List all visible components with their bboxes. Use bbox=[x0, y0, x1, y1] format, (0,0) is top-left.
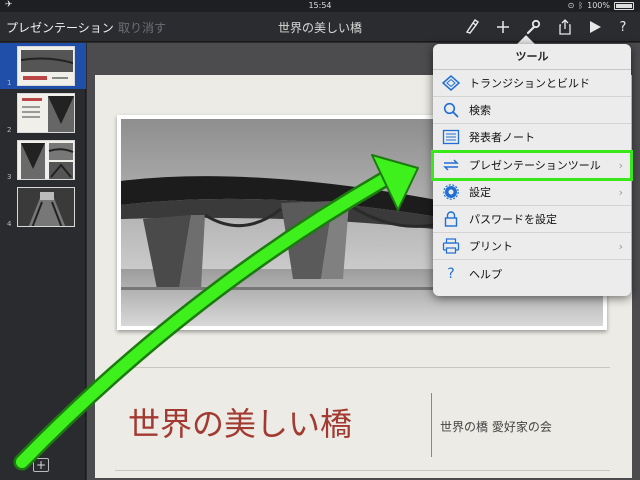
menu-item-help[interactable]: ? ヘルプ bbox=[433, 260, 631, 287]
settings-icon bbox=[433, 179, 469, 205]
lock-rotation-icon: ⊙ bbox=[567, 1, 575, 10]
popover-title: ツール bbox=[433, 44, 631, 70]
divider-top bbox=[115, 367, 610, 368]
chevron-right-icon: › bbox=[618, 185, 623, 199]
status-bar: ✈ 15:54 ⊙ ᛒ 100% bbox=[0, 0, 640, 12]
format-brush-icon[interactable] bbox=[461, 16, 483, 38]
chevron-right-icon: › bbox=[618, 240, 623, 254]
presentations-back-button[interactable]: プレゼンテーション bbox=[6, 19, 114, 36]
share-icon[interactable] bbox=[554, 16, 576, 38]
status-time: 15:54 bbox=[308, 1, 332, 10]
slide-thumbnail-2[interactable]: 2 bbox=[0, 90, 86, 136]
presentation-tools-icon bbox=[433, 152, 469, 178]
menu-item-print[interactable]: プリント › bbox=[433, 233, 631, 261]
lock-icon bbox=[433, 206, 469, 232]
slide-title[interactable]: 世界の美しい橋 bbox=[128, 399, 352, 445]
menu-item-presenter-notes[interactable]: 発表者ノート bbox=[433, 124, 631, 152]
transition-icon bbox=[433, 70, 469, 96]
toolbar: プレゼンテーション 取り消す 世界の美しい橋 ? bbox=[0, 12, 640, 42]
slide-thumbnail-1[interactable]: 1 bbox=[0, 43, 86, 89]
help-icon[interactable]: ? bbox=[612, 16, 634, 38]
slide-subtitle[interactable]: 世界の橋 愛好家の会 bbox=[440, 418, 552, 435]
chevron-right-icon: › bbox=[618, 158, 623, 172]
divider-vertical bbox=[431, 393, 432, 457]
notes-icon bbox=[433, 124, 469, 150]
slide-navigator: 1 2 3 4 + bbox=[0, 43, 86, 480]
undo-button[interactable]: 取り消す bbox=[118, 19, 166, 36]
battery-icon bbox=[614, 1, 634, 10]
divider-bottom bbox=[115, 470, 610, 471]
play-icon[interactable] bbox=[584, 16, 606, 38]
menu-item-settings[interactable]: 設定 › bbox=[433, 179, 631, 206]
slide-thumbnail-4[interactable]: 4 bbox=[0, 184, 86, 230]
menu-item-presentation-tools[interactable]: プレゼンテーションツール › bbox=[431, 149, 633, 181]
slide-thumbnail-3[interactable]: 3 bbox=[0, 137, 86, 183]
app-window: ✈ 15:54 ⊙ ᛒ 100% プレゼンテーション 取り消す 世界の美しい橋 … bbox=[0, 0, 640, 480]
printer-icon bbox=[433, 233, 469, 259]
tools-popover: ツール トランジションとビルド 検索 発表者ノート プレゼンテーションツール ›… bbox=[431, 44, 633, 296]
help-icon: ? bbox=[447, 265, 455, 282]
plus-icon[interactable] bbox=[492, 16, 514, 38]
bluetooth-icon: ᛒ bbox=[578, 1, 584, 10]
search-icon bbox=[433, 97, 469, 123]
menu-item-set-password[interactable]: パスワードを設定 bbox=[433, 206, 631, 234]
menu-item-transitions[interactable]: トランジションとビルド bbox=[433, 70, 631, 98]
menu-item-search[interactable]: 検索 bbox=[433, 97, 631, 125]
add-slide-button[interactable]: + bbox=[33, 458, 49, 472]
battery-percent: 100% bbox=[587, 1, 610, 10]
